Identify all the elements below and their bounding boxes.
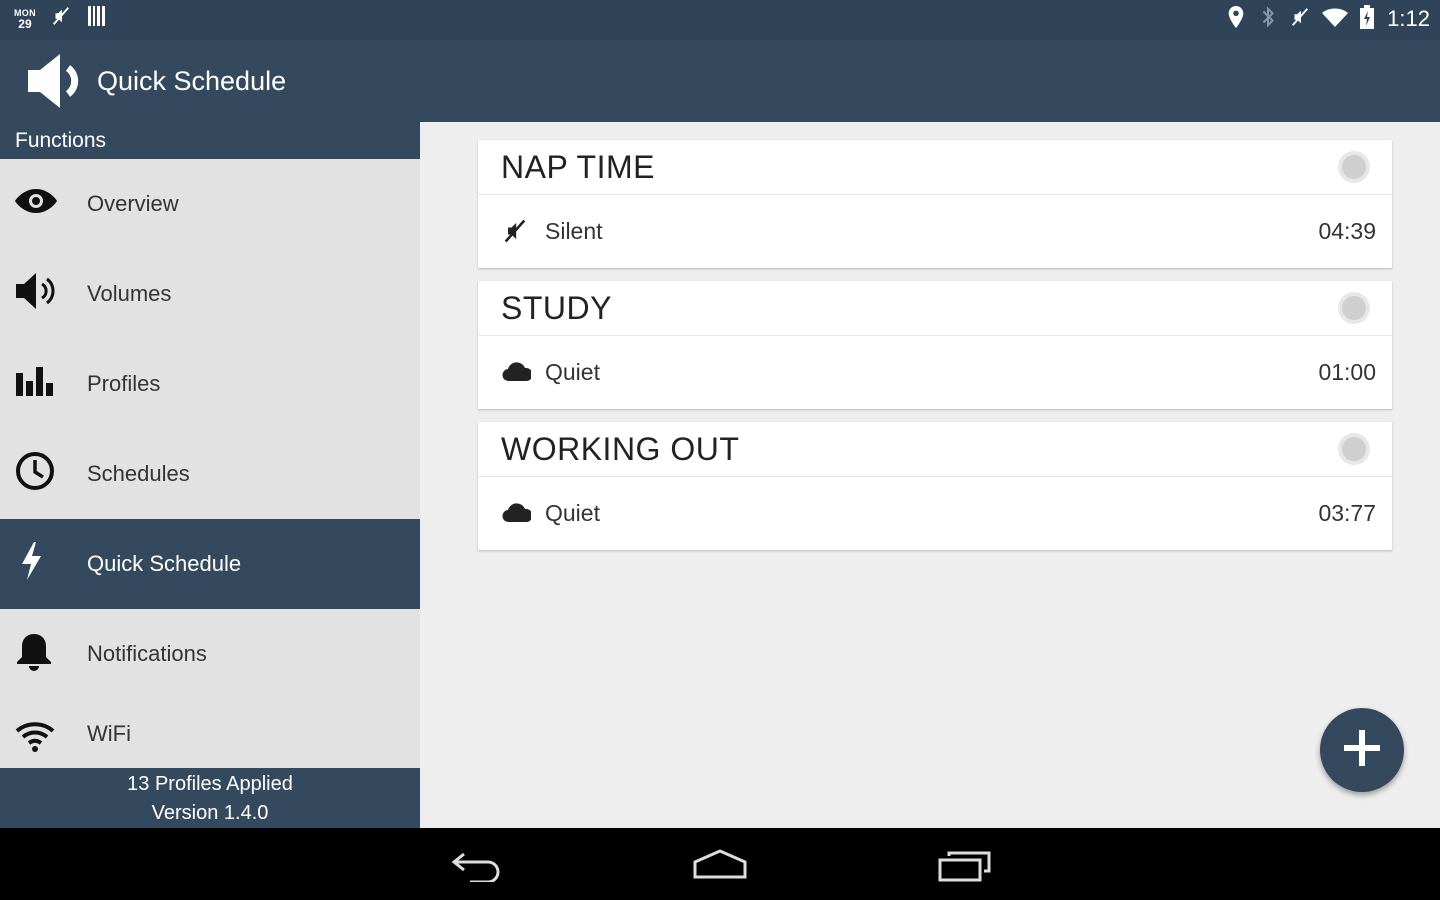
muted-icon xyxy=(50,5,72,32)
quick-schedule-content: NAP TIME Silent 04:39 STUDY Quiet 01:00 … xyxy=(420,122,1440,828)
drawer-footer: 13 Profiles Applied Version 1.4.0 xyxy=(0,768,420,828)
card-header: WORKING OUT xyxy=(478,422,1392,477)
schedule-card[interactable]: NAP TIME Silent 04:39 xyxy=(478,140,1392,268)
drawer-item-label: WiFi xyxy=(87,721,131,746)
profile-name: Silent xyxy=(545,217,603,244)
cloud-icon xyxy=(501,361,545,383)
duration: 01:00 xyxy=(1318,358,1376,385)
app-title: Quick Schedule xyxy=(97,65,287,96)
drawer-item-label: Schedules xyxy=(87,461,190,486)
card-profile-row: Silent 04:39 xyxy=(478,195,1392,267)
location-icon xyxy=(1225,4,1247,35)
schedule-toggle[interactable] xyxy=(1338,292,1370,324)
schedule-toggle[interactable] xyxy=(1338,151,1370,183)
schedule-card[interactable]: WORKING OUT Quiet 03:77 xyxy=(478,422,1392,550)
drawer-item-quick-schedule[interactable]: Quick Schedule xyxy=(0,519,420,609)
bar-chart-icon xyxy=(14,365,54,403)
date-day: 29 xyxy=(18,16,32,31)
status-clock: 1:12 xyxy=(1387,6,1430,31)
card-header: STUDY xyxy=(478,281,1392,336)
plus-icon xyxy=(1342,728,1382,773)
wifi-icon xyxy=(14,721,56,759)
recents-icon[interactable] xyxy=(937,848,993,887)
drawer-header: Functions xyxy=(0,122,420,159)
status-right: 1:12 xyxy=(1225,4,1430,34)
eye-icon xyxy=(14,187,58,221)
status-bar: MON 29 1:12 xyxy=(0,0,1440,40)
drawer-item-volumes[interactable]: Volumes xyxy=(0,249,420,339)
lightning-icon xyxy=(14,540,48,588)
status-left: MON 29 xyxy=(14,4,108,33)
schedule-toggle[interactable] xyxy=(1338,433,1370,465)
speaker-icon xyxy=(26,50,84,112)
duration: 04:39 xyxy=(1318,217,1376,244)
drawer-item-notifications[interactable]: Notifications xyxy=(0,609,420,699)
card-title: WORKING OUT xyxy=(501,430,740,467)
card-title: STUDY xyxy=(501,289,612,326)
card-header: NAP TIME xyxy=(478,140,1392,195)
speaker-volume-icon xyxy=(14,270,58,318)
schedule-card[interactable]: STUDY Quiet 01:00 xyxy=(478,281,1392,409)
bluetooth-icon xyxy=(1257,4,1279,35)
muted-icon xyxy=(501,217,545,245)
battery-charging-icon xyxy=(1359,4,1375,35)
navigation-bar xyxy=(0,828,1440,900)
drawer-item-label: Notifications xyxy=(87,641,207,666)
drawer-item-label: Quick Schedule xyxy=(87,551,242,576)
app-bar: Quick Schedule xyxy=(0,40,1440,122)
drawer-item-overview[interactable]: Overview xyxy=(0,159,420,249)
muted-icon xyxy=(1289,6,1311,33)
navigation-drawer: Functions Overview Volumes Profiles Sche… xyxy=(0,122,420,828)
drawer-item-label: Profiles xyxy=(87,371,161,396)
clock-icon xyxy=(14,450,56,498)
barcode-icon xyxy=(86,4,108,33)
profile-name: Quiet xyxy=(545,499,600,526)
back-icon[interactable] xyxy=(450,848,504,887)
wifi-icon xyxy=(1321,5,1349,34)
bell-icon xyxy=(14,630,54,678)
drawer-item-profiles[interactable]: Profiles xyxy=(0,339,420,429)
card-title: NAP TIME xyxy=(501,148,655,185)
date-indicator: MON 29 xyxy=(14,8,36,30)
duration: 03:77 xyxy=(1318,499,1376,526)
card-profile-row: Quiet 01:00 xyxy=(478,336,1392,408)
profile-name: Quiet xyxy=(545,358,600,385)
cloud-icon xyxy=(501,502,545,524)
drawer-item-label: Volumes xyxy=(87,281,172,306)
home-icon[interactable] xyxy=(692,848,748,885)
version-text: Version 1.4.0 xyxy=(151,802,269,824)
profiles-applied-text: 13 Profiles Applied xyxy=(127,773,293,795)
drawer-item-label: Overview xyxy=(87,191,179,216)
add-schedule-button[interactable] xyxy=(1320,708,1404,792)
drawer-item-schedules[interactable]: Schedules xyxy=(0,429,420,519)
drawer-item-wifi[interactable]: WiFi xyxy=(0,699,420,767)
card-profile-row: Quiet 03:77 xyxy=(478,477,1392,549)
